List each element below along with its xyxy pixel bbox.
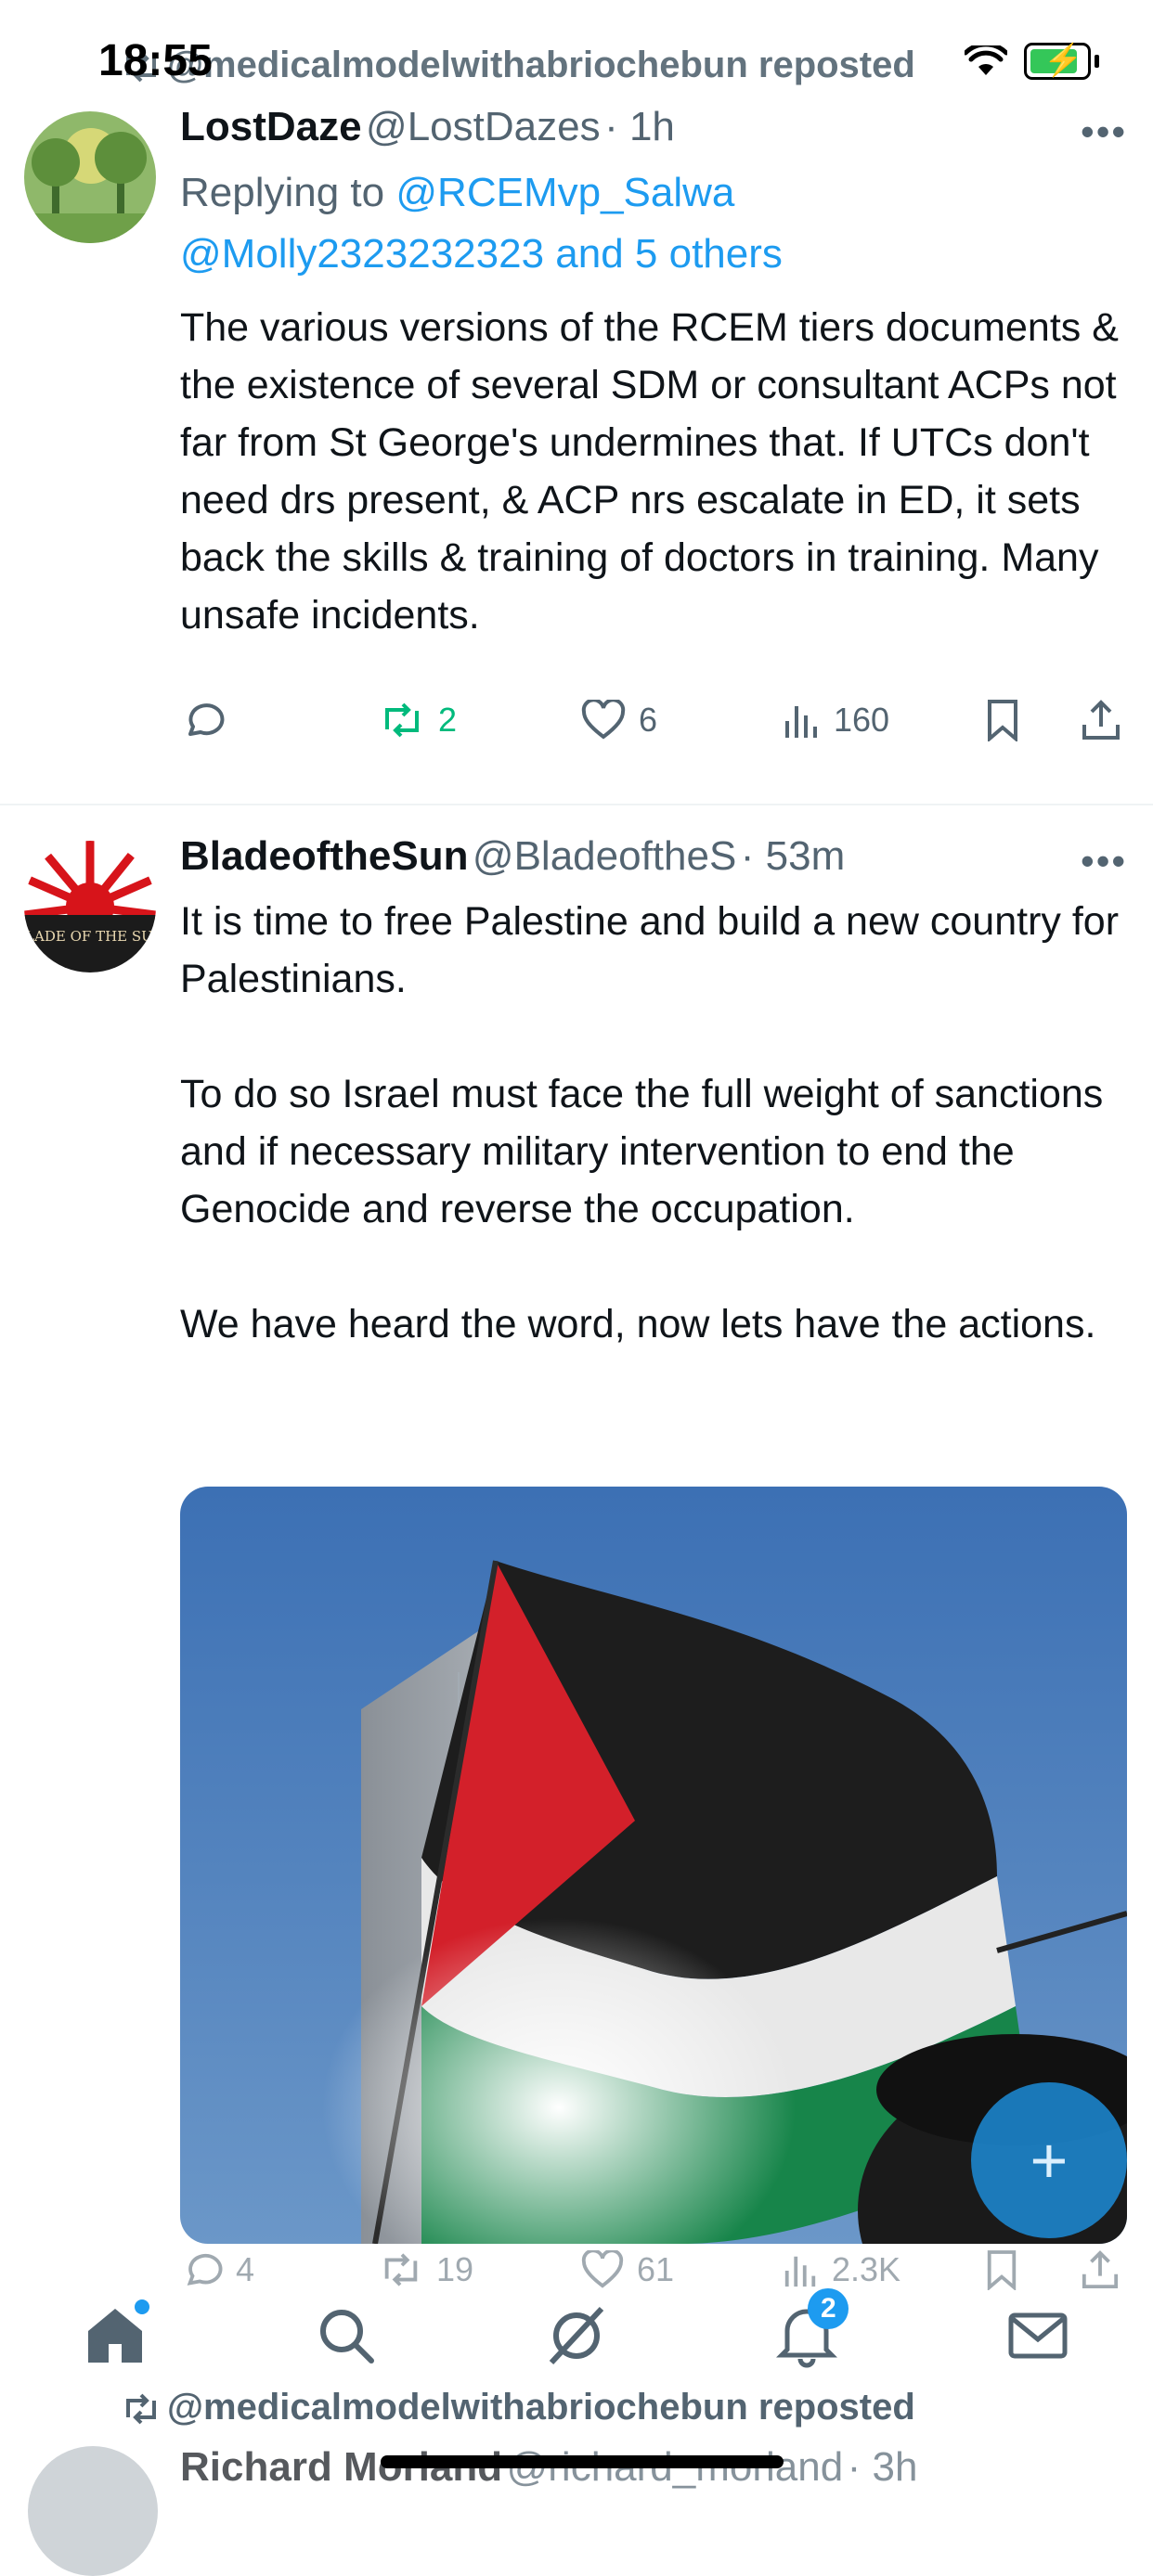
nav-messages[interactable] [996,2294,1080,2377]
tweet-text: It is time to free Palestine and build a… [180,899,1120,1346]
repost-button[interactable]: 2 [379,701,457,740]
nav-home[interactable] [73,2294,157,2377]
home-indicator [381,2455,784,2468]
views-count: 2.3K [832,2250,901,2288]
tweet2-header: BladeoftheSun @BladeoftheS · 53m [180,833,845,880]
avatar-richard[interactable] [28,2446,158,2576]
reply-button[interactable] [182,699,225,741]
repost-button[interactable]: 19 [379,2250,473,2289]
repost-count: 19 [436,2250,474,2288]
author-handle[interactable]: @LostDazes [366,104,601,149]
mail-icon [1008,2312,1068,2359]
views-icon [784,2256,816,2287]
avatar-lostdaze[interactable] [24,111,156,243]
reply-count: 4 [236,2250,255,2288]
tweet-time: · 1h [604,104,675,149]
author-handle[interactable]: @BladeoftheS [473,833,736,879]
avatar-text: BLADE OF THE SUN [24,928,156,945]
notification-badge: 2 [808,2288,849,2329]
plus-icon: + [1030,2124,1069,2196]
bottom-navigation: 2 [0,2285,1153,2387]
replying-prefix: Replying to [180,170,385,215]
reply-mention-1[interactable]: @RCEMvp_Salwa [395,170,734,215]
reply-icon [188,703,225,736]
author-name[interactable]: LostDaze [180,104,362,149]
tweet1-header: LostDaze @LostDazes · 1h [180,104,675,150]
like-button[interactable]: 6 [581,700,657,741]
battery-icon: ⚡ [1024,43,1091,80]
heart-icon [581,700,626,740]
repost-icon [384,2253,418,2286]
share-icon [1082,700,1120,740]
avatar-bladeofthesun[interactable]: BLADE OF THE SUN [24,841,156,972]
divider [0,804,1153,805]
more-options-icon[interactable]: ••• [1081,109,1127,154]
tweet-time: · 3h [847,2444,918,2490]
share-button[interactable] [1081,699,1121,741]
views-button[interactable]: 160 [782,701,889,740]
status-icons: ⚡ [965,43,1099,80]
heart-icon [581,2250,624,2288]
tweet-time: · 53m [740,833,846,879]
tweet-text: The various versions of the RCEM tiers d… [180,305,1130,638]
views-button[interactable]: 2.3K [782,2250,900,2289]
repost-count: 2 [438,701,458,739]
nav-search[interactable] [304,2294,388,2377]
repost-text: @medicalmodelwithabriochebun reposted [167,2387,915,2428]
reply-mention-2[interactable]: @Molly2323232323 and 5 others [180,231,783,277]
bookmark-icon [988,700,1017,741]
bookmark-button[interactable] [984,699,1021,741]
nav-notifications[interactable]: 2 [765,2288,849,2377]
like-button[interactable]: 61 [581,2250,674,2289]
like-count: 61 [637,2250,675,2288]
repost-indicator[interactable]: @medicalmodelwithabriochebun reposted [121,45,915,86]
more-options-icon[interactable]: ••• [1081,839,1127,883]
views-icon [785,706,817,738]
like-count: 6 [639,701,658,739]
nav-grok[interactable] [535,2294,618,2377]
repost-indicator[interactable]: @medicalmodelwithabriochebun reposted [121,2387,915,2428]
grok-icon [549,2306,604,2365]
repost-icon [126,2394,156,2425]
search-icon [319,2310,374,2363]
views-count: 160 [834,701,890,739]
author-name[interactable]: BladeoftheSun [180,833,468,879]
repost-text: @medicalmodelwithabriochebun reposted [167,45,915,85]
replying-to: Replying to @RCEMvp_Salwa @Molly23232323… [180,162,1127,285]
repost-icon [385,702,419,738]
wifi-icon [965,45,1007,75]
compose-button[interactable]: + [971,2082,1127,2238]
status-time: 18:55 [98,36,213,85]
